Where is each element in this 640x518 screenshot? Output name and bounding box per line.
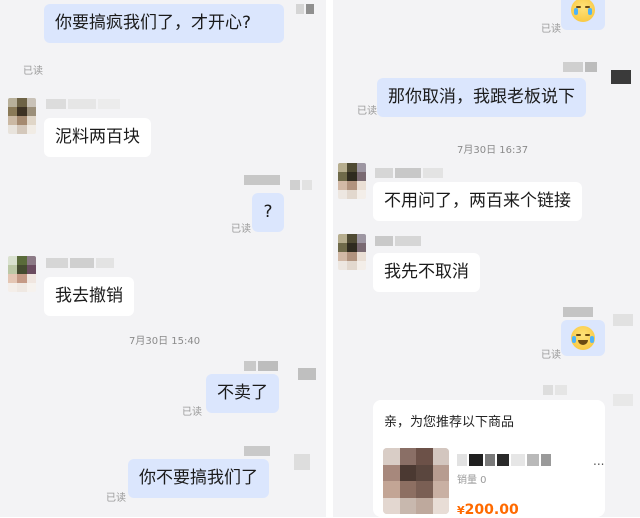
read-receipt: 已读 bbox=[357, 106, 377, 117]
read-receipt: 已读 bbox=[541, 350, 561, 361]
price-amount: 200.00 bbox=[464, 502, 519, 518]
name-mosaic bbox=[290, 180, 312, 210]
name-mosaic bbox=[613, 314, 633, 328]
product-card-title: 亲，为您推荐以下商品 bbox=[384, 415, 515, 430]
name-mosaic bbox=[563, 307, 593, 317]
message-bubble-outgoing[interactable]: 那你取消，我跟老板说下 bbox=[377, 78, 586, 117]
contact-avatar[interactable] bbox=[338, 163, 366, 199]
contact-avatar[interactable] bbox=[8, 98, 36, 134]
price-currency: ¥ bbox=[457, 504, 465, 517]
contact-name-mosaic bbox=[46, 99, 120, 109]
message-bubble-outgoing[interactable]: 不卖了 bbox=[206, 374, 279, 413]
name-mosaic bbox=[298, 368, 316, 388]
product-price: ¥200.00 bbox=[457, 499, 519, 518]
name-mosaic bbox=[244, 175, 280, 185]
timestamp: 7月30日 16:37 bbox=[457, 145, 529, 156]
contact-name-mosaic bbox=[375, 168, 443, 178]
read-receipt: 已读 bbox=[541, 24, 561, 35]
name-mosaic bbox=[543, 385, 567, 395]
name-mosaic bbox=[244, 446, 270, 456]
product-sales: 销量 0 bbox=[457, 475, 487, 486]
contact-avatar[interactable] bbox=[8, 256, 36, 292]
name-mosaic bbox=[563, 62, 597, 72]
name-mosaic bbox=[611, 70, 631, 92]
product-name-ellipsis: ... bbox=[593, 454, 605, 468]
product-thumbnail[interactable] bbox=[383, 448, 449, 514]
message-bubble-incoming[interactable]: 我去撤销 bbox=[44, 277, 134, 316]
read-receipt: 已读 bbox=[231, 224, 251, 235]
message-bubble-outgoing[interactable]: 你不要搞我们了 bbox=[128, 459, 269, 498]
contact-avatar[interactable] bbox=[338, 234, 366, 270]
timestamp: 7月30日 15:40 bbox=[129, 336, 201, 347]
name-mosaic bbox=[294, 454, 310, 474]
message-bubble-incoming[interactable]: 我先不取消 bbox=[373, 253, 480, 292]
read-receipt: 已读 bbox=[182, 407, 202, 418]
name-mosaic bbox=[613, 394, 633, 408]
product-recommendation-card[interactable]: 亲，为您推荐以下商品 ... 销量 0 ¥200.00 bbox=[373, 400, 605, 518]
product-name-mosaic bbox=[457, 454, 551, 466]
contact-name-mosaic bbox=[375, 236, 421, 246]
message-bubble-outgoing[interactable]: 你要搞疯我们了，才开心? bbox=[44, 4, 284, 43]
name-mosaic bbox=[244, 361, 278, 371]
crying-laughing-emoji bbox=[571, 326, 595, 350]
message-bubble-outgoing[interactable]: ? bbox=[252, 193, 284, 232]
read-receipt: 已读 bbox=[106, 493, 126, 504]
message-bubble-incoming[interactable]: 泥料两百块 bbox=[44, 118, 151, 157]
read-receipt: 已读 bbox=[23, 66, 43, 77]
contact-name-mosaic bbox=[46, 258, 114, 268]
message-bubble-incoming[interactable]: 不用问了，两百来个链接 bbox=[373, 182, 582, 221]
name-mosaic bbox=[296, 4, 314, 14]
left-chat-panel[interactable]: 你要搞疯我们了，才开心? 已读 泥料两百块 ? 已读 我去撤销 7月30日 15… bbox=[0, 0, 326, 517]
